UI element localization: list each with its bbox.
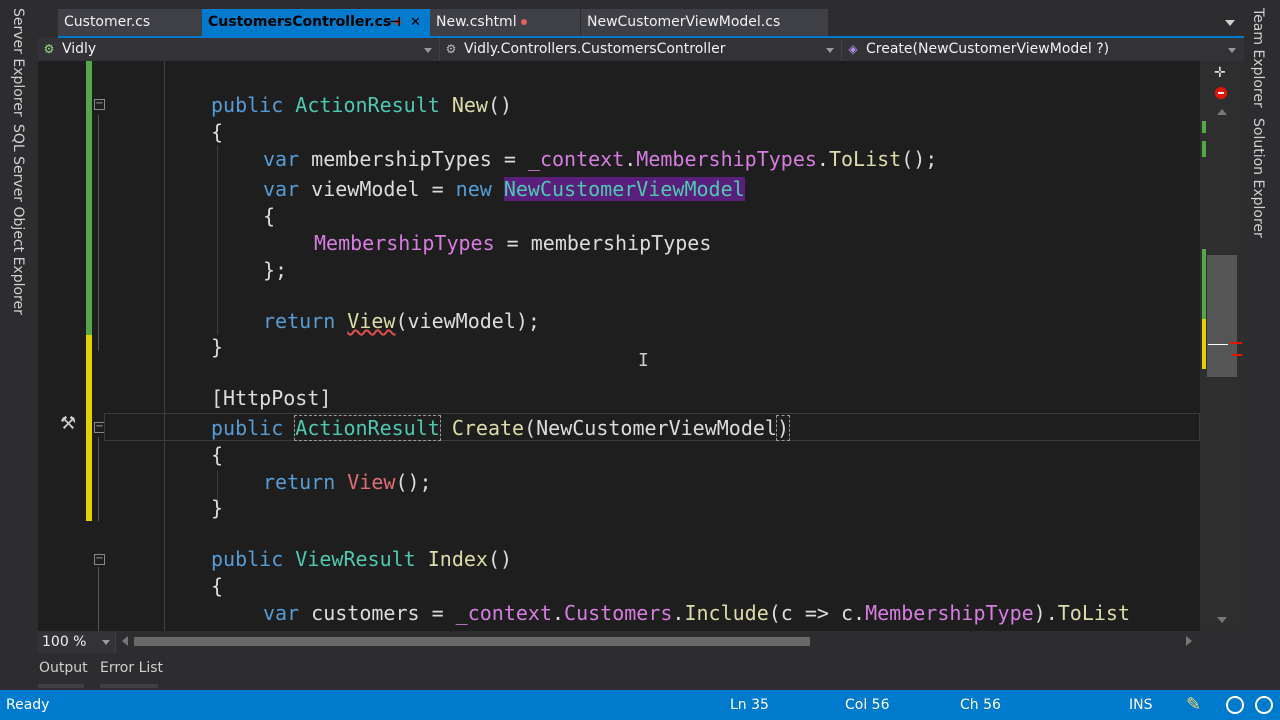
tab-new-customer-view-model[interactable]: NewCustomerViewModel.cs <box>581 9 828 36</box>
pencil-icon[interactable]: ✎ <box>1186 694 1201 715</box>
tab-overflow-chevron-down-icon[interactable] <box>1225 20 1235 26</box>
bottom-tool-tabs: Output Error List <box>38 653 1244 690</box>
sql-server-object-explorer-tab[interactable]: SQL Server Object Explorer <box>10 124 26 315</box>
tab-label: New.cshtml <box>436 14 517 30</box>
class-name: Vidly.Controllers.CustomersController <box>464 41 726 57</box>
tab-error-list[interactable]: Error List <box>100 660 163 676</box>
code-line: }; <box>263 258 288 282</box>
text-cursor-icon: I <box>638 350 649 371</box>
right-tool-panel: Team Explorer Solution Explorer <box>1242 0 1280 690</box>
class-icon: ⚙ <box>445 42 457 56</box>
pin-icon[interactable]: ⊣ <box>389 9 401 36</box>
indent-guide <box>164 61 165 631</box>
team-explorer-tab[interactable]: Team Explorer <box>1250 8 1266 108</box>
code-line: public ActionResult New() <box>211 93 513 117</box>
class-dropdown[interactable]: ⚙ Vidly.Controllers.CustomersController <box>440 38 842 61</box>
status-bar: Ready Ln 35 Col 56 Ch 56 INS ✎ <box>0 690 1280 720</box>
tab-label: NewCustomerViewModel.cs <box>587 14 781 30</box>
tab-customer-cs[interactable]: Customer.cs <box>58 9 202 36</box>
server-explorer-tab[interactable]: Server Explorer <box>10 8 26 117</box>
code-editor[interactable]: − − − public ActionResult New() { var me… <box>38 61 1200 631</box>
code-line: { <box>211 120 224 144</box>
column-number: Col 56 <box>845 697 890 713</box>
zoom-level: 100 % <box>42 634 87 650</box>
error-icon[interactable] <box>1215 87 1227 99</box>
change-marker-unsaved <box>86 335 92 521</box>
collapse-toggle[interactable]: − <box>94 99 105 110</box>
error-marker <box>1232 354 1242 356</box>
scroll-right-arrow[interactable] <box>1186 636 1192 646</box>
solution-explorer-tab[interactable]: Solution Explorer <box>1250 118 1266 238</box>
scroll-up-arrow[interactable] <box>1217 109 1227 115</box>
vertical-scrollbar[interactable]: ✛ <box>1200 61 1244 631</box>
member-dropdown[interactable]: ◈ Create(NewCustomerViewModel ?) <box>842 38 1244 61</box>
tab-indicator <box>100 684 158 688</box>
code-line: public ActionResult Create(NewCustomerVi… <box>211 415 791 441</box>
code-line: var membershipTypes = _context.Membershi… <box>263 147 938 171</box>
indent-guide <box>217 145 218 335</box>
project-dropdown[interactable]: ⚙ Vidly <box>38 38 440 61</box>
tab-new-cshtml[interactable]: New.cshtml <box>430 9 580 36</box>
code-line: } <box>211 496 224 520</box>
insert-mode[interactable]: INS <box>1129 697 1153 713</box>
change-marker-saved <box>1202 249 1206 319</box>
feedback-icon[interactable] <box>1255 696 1273 714</box>
tab-label: CustomersController.cs <box>208 14 392 30</box>
chevron-down-icon <box>1228 48 1236 53</box>
member-name: Create(NewCustomerViewModel ?) <box>866 41 1110 57</box>
csharp-project-icon: ⚙ <box>43 42 55 56</box>
outline-line <box>98 567 99 631</box>
tab-output[interactable]: Output <box>39 660 88 676</box>
project-name: Vidly <box>62 41 97 57</box>
outline-line <box>98 115 99 351</box>
code-line: return View(viewModel); <box>263 309 540 333</box>
navigation-bar: ⚙ Vidly ⚙ Vidly.Controllers.CustomersContr… <box>38 38 1244 61</box>
zoom-dropdown[interactable]: 100 % <box>38 631 116 653</box>
code-line: [HttpPost] <box>211 386 332 410</box>
split-window-icon[interactable]: ✛ <box>1214 65 1226 81</box>
chevron-down-icon <box>826 48 834 53</box>
code-line: } <box>211 335 224 359</box>
code-line: { <box>263 204 276 228</box>
document-tab-bar: Customer.cs CustomersController.cs ⊣ ✕ N… <box>58 9 1244 36</box>
code-line: MembershipTypes = membershipTypes <box>314 231 712 255</box>
chevron-down-icon <box>102 640 110 645</box>
change-marker-saved <box>1202 141 1206 157</box>
scrollbar-thumb[interactable] <box>1207 255 1237 377</box>
code-line: { <box>211 574 224 598</box>
close-icon[interactable]: ✕ <box>410 9 421 36</box>
editor-bottom-bar: 100 % <box>38 631 1244 653</box>
tab-label: Customer.cs <box>64 14 151 30</box>
line-number: Ln 35 <box>730 697 769 713</box>
scroll-left-arrow[interactable] <box>122 636 128 646</box>
code-line: { <box>211 443 224 467</box>
caret-marker <box>1208 344 1228 345</box>
chevron-down-icon <box>424 48 432 53</box>
horizontal-scrollbar-thumb[interactable] <box>134 637 810 646</box>
code-line: var customers = _context.Customers.Inclu… <box>263 601 1131 625</box>
scroll-down-arrow[interactable] <box>1217 617 1227 623</box>
tab-customers-controller[interactable]: CustomersController.cs ⊣ ✕ <box>202 9 430 36</box>
tab-indicator <box>38 684 84 688</box>
character-number: Ch 56 <box>960 697 1001 713</box>
screwdriver-icon[interactable]: ⚒ <box>60 413 76 434</box>
status-text: Ready <box>6 697 50 713</box>
code-line: public ViewResult Index() <box>211 547 513 571</box>
method-icon: ◈ <box>848 42 858 56</box>
collapse-toggle[interactable]: − <box>94 554 105 565</box>
change-marker-saved <box>1202 121 1206 133</box>
outline-line <box>98 437 99 521</box>
code-line: var viewModel = new NewCustomerViewModel <box>263 177 745 201</box>
change-marker-saved <box>86 61 92 335</box>
code-line: return View(); <box>263 470 432 494</box>
error-marker <box>1230 342 1242 344</box>
left-tool-panel: Server Explorer SQL Server Object Explor… <box>0 0 38 690</box>
notification-icon[interactable] <box>1226 696 1244 714</box>
change-marker-unsaved <box>1202 319 1206 369</box>
unsaved-dot-icon <box>520 19 527 25</box>
